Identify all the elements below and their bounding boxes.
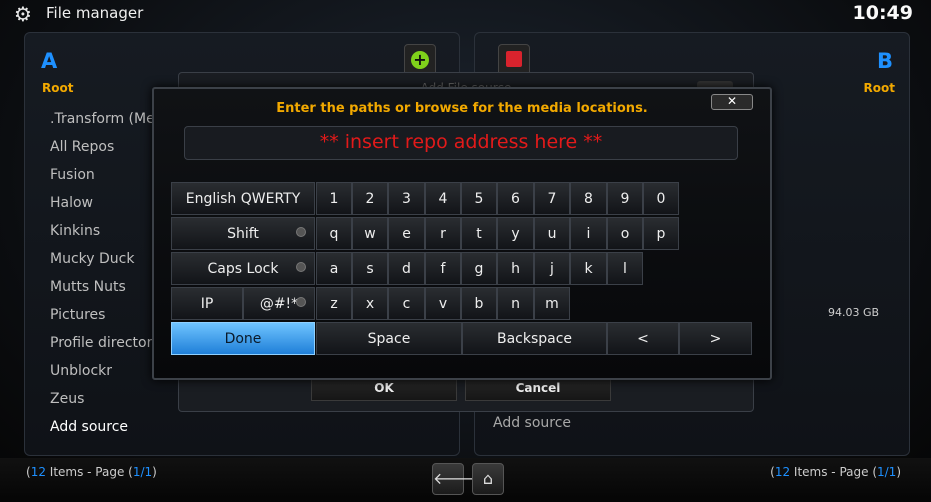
items-count: 12	[30, 465, 46, 479]
key-x[interactable]: x	[352, 287, 388, 320]
key-8[interactable]: 8	[570, 182, 607, 215]
key-u[interactable]: u	[534, 217, 570, 250]
pane-b-letter: B	[876, 49, 893, 73]
layout-button[interactable]: English QWERTY	[171, 182, 315, 215]
cursor-left-key[interactable]: <	[607, 322, 679, 355]
items-count: 12	[774, 465, 791, 479]
key-j[interactable]: j	[534, 252, 570, 285]
page-indicator: 1/1	[877, 465, 897, 479]
key-n[interactable]: n	[497, 287, 534, 320]
symbols-label: @#!*	[259, 296, 299, 312]
key-z[interactable]: z	[316, 287, 352, 320]
caps-lock-key[interactable]: Caps Lock	[171, 252, 315, 285]
key-7[interactable]: 7	[534, 182, 570, 215]
virtual-keyboard-dialog: Enter the paths or browse for the media …	[152, 87, 772, 380]
home-icon[interactable]: ⌂	[472, 463, 504, 495]
pane-b-root-label: Root	[863, 81, 895, 95]
key-o[interactable]: o	[607, 217, 643, 250]
cursor-right-key[interactable]: >	[679, 322, 752, 355]
key-t[interactable]: t	[461, 217, 497, 250]
key-f[interactable]: f	[425, 252, 461, 285]
add-source-item-b[interactable]: Add source	[493, 415, 571, 431]
caps-lock-indicator	[296, 262, 306, 272]
key-2[interactable]: 2	[352, 182, 388, 215]
text-entry-field[interactable]: ** insert repo address here **	[184, 126, 738, 160]
close-icon[interactable]: ✕	[711, 94, 753, 110]
add-source-item[interactable]: Add source	[25, 413, 445, 441]
shift-label: Shift	[227, 226, 259, 242]
key-a[interactable]: a	[316, 252, 352, 285]
key-e[interactable]: e	[388, 217, 425, 250]
key-g[interactable]: g	[461, 252, 497, 285]
key-s[interactable]: s	[352, 252, 388, 285]
backspace-key[interactable]: Backspace	[462, 322, 607, 355]
key-6[interactable]: 6	[497, 182, 534, 215]
key-0[interactable]: 0	[643, 182, 679, 215]
key-w[interactable]: w	[352, 217, 388, 250]
keyboard-heading: Enter the paths or browse for the media …	[276, 101, 648, 116]
key-y[interactable]: y	[497, 217, 534, 250]
pane-a-letter: A	[41, 49, 58, 73]
drive-size: 94.03 GB	[828, 306, 880, 319]
key-b[interactable]: b	[461, 287, 497, 320]
items-count-left: (12 Items - Page (1/1)	[26, 465, 157, 479]
key-9[interactable]: 9	[607, 182, 643, 215]
done-button[interactable]: Done	[171, 322, 315, 355]
key-l[interactable]: l	[607, 252, 643, 285]
key-q[interactable]: q	[316, 217, 352, 250]
clock: 10:49	[852, 2, 913, 24]
key-3[interactable]: 3	[388, 182, 425, 215]
key-c[interactable]: c	[388, 287, 425, 320]
key-4[interactable]: 4	[425, 182, 461, 215]
key-p[interactable]: p	[643, 217, 679, 250]
key-1[interactable]: 1	[316, 182, 352, 215]
key-v[interactable]: v	[425, 287, 461, 320]
pane-a-root-label: Root	[42, 81, 74, 95]
key-d[interactable]: d	[388, 252, 425, 285]
ip-key[interactable]: IP	[171, 287, 243, 320]
gear-icon[interactable]: ⚙	[14, 4, 34, 24]
back-arrow-icon[interactable]: 🡐	[432, 463, 476, 495]
page-indicator: 1/1	[132, 465, 153, 479]
close-paren: )	[152, 465, 157, 479]
key-r[interactable]: r	[425, 217, 461, 250]
items-label: Items - Page (	[45, 465, 133, 479]
key-m[interactable]: m	[534, 287, 570, 320]
window-title: File manager	[46, 4, 144, 22]
key-k[interactable]: k	[570, 252, 607, 285]
close-paren: )	[896, 465, 901, 479]
shift-key[interactable]: Shift	[171, 217, 315, 250]
caps-lock-label: Caps Lock	[207, 261, 279, 277]
key-5[interactable]: 5	[461, 182, 497, 215]
items-count-right: (12 Items - Page (1/1)	[770, 465, 901, 479]
key-i[interactable]: i	[570, 217, 607, 250]
shift-indicator	[296, 227, 306, 237]
items-label: Items - Page (	[790, 465, 877, 479]
symbols-key[interactable]: @#!*	[243, 287, 315, 320]
symbols-indicator	[296, 297, 306, 307]
key-h[interactable]: h	[497, 252, 534, 285]
space-key[interactable]: Space	[316, 322, 462, 355]
